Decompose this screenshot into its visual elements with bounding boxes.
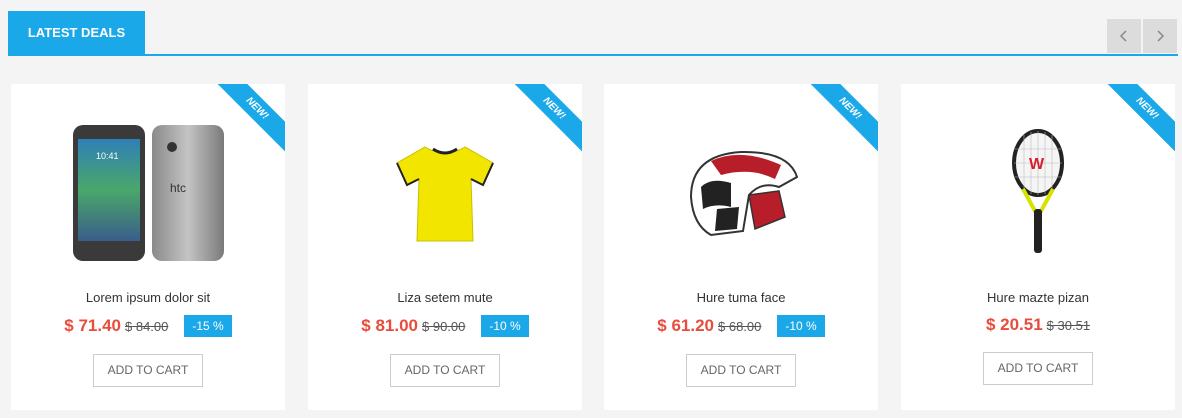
tennis-racket-image[interactable]: W	[911, 99, 1165, 284]
motocross-helmet-image[interactable]	[614, 99, 868, 284]
discount-badge: -15 %	[184, 315, 232, 337]
svg-text:W: W	[1029, 156, 1045, 173]
discount-badge: -10 %	[481, 315, 529, 337]
add-to-cart-button[interactable]: ADD TO CART	[93, 354, 203, 387]
latest-deals-header: LATEST DEALS	[8, 11, 1178, 56]
product-name[interactable]: Hure tuma face	[604, 290, 878, 305]
carousel-next-button[interactable]	[1143, 19, 1177, 53]
product-old-price: $ 30.51	[1046, 317, 1091, 333]
add-to-cart-button[interactable]: ADD TO CART	[686, 354, 796, 387]
product-name[interactable]: Lorem ipsum dolor sit	[11, 290, 285, 305]
discount-badge: -10 %	[777, 315, 825, 337]
product-old-price: $ 84.00	[125, 318, 169, 334]
price-row: $ 81.00 $ 90.00 -10 %	[308, 315, 582, 337]
product-card[interactable]: NEW! Hure tuma face $ 61.20 $ 68.00 -10 …	[604, 84, 878, 410]
product-name[interactable]: Hure mazte pizan	[901, 290, 1175, 305]
section-title: LATEST DEALS	[8, 11, 145, 54]
product-price: $ 20.51	[985, 315, 1043, 334]
product-price: $ 61.20	[657, 316, 714, 335]
smartphone-image[interactable]: 10:41 htc	[21, 99, 275, 284]
svg-text:htc: htc	[170, 181, 186, 195]
product-card[interactable]: NEW! 10:41 htc Lorem ipsum dolor sit $ 7…	[11, 84, 285, 410]
add-to-cart-button[interactable]: ADD TO CART	[983, 352, 1093, 385]
product-old-price: $ 68.00	[718, 318, 762, 334]
price-row: $ 71.40 $ 84.00 -15 %	[11, 315, 285, 337]
product-card[interactable]: NEW! Liza setem mute $ 81.00 $ 90.00 -10…	[308, 84, 582, 410]
chevron-right-icon	[1157, 30, 1165, 42]
carousel-prev-button[interactable]	[1107, 19, 1141, 53]
product-price: $ 71.40	[64, 316, 121, 335]
yellow-shirt-image[interactable]	[318, 99, 572, 284]
product-price: $ 81.00	[361, 316, 418, 335]
product-old-price: $ 90.00	[422, 318, 466, 334]
svg-text:10:41: 10:41	[96, 151, 119, 161]
price-row: $ 20.51 $ 30.51	[901, 315, 1175, 335]
product-card[interactable]: NEW! W Hure mazte pizan $ 20.51 $ 30.51 …	[901, 84, 1175, 410]
price-row: $ 61.20 $ 68.00 -10 %	[604, 315, 878, 337]
chevron-left-icon	[1119, 30, 1127, 42]
product-name[interactable]: Liza setem mute	[308, 290, 582, 305]
add-to-cart-button[interactable]: ADD TO CART	[390, 354, 500, 387]
